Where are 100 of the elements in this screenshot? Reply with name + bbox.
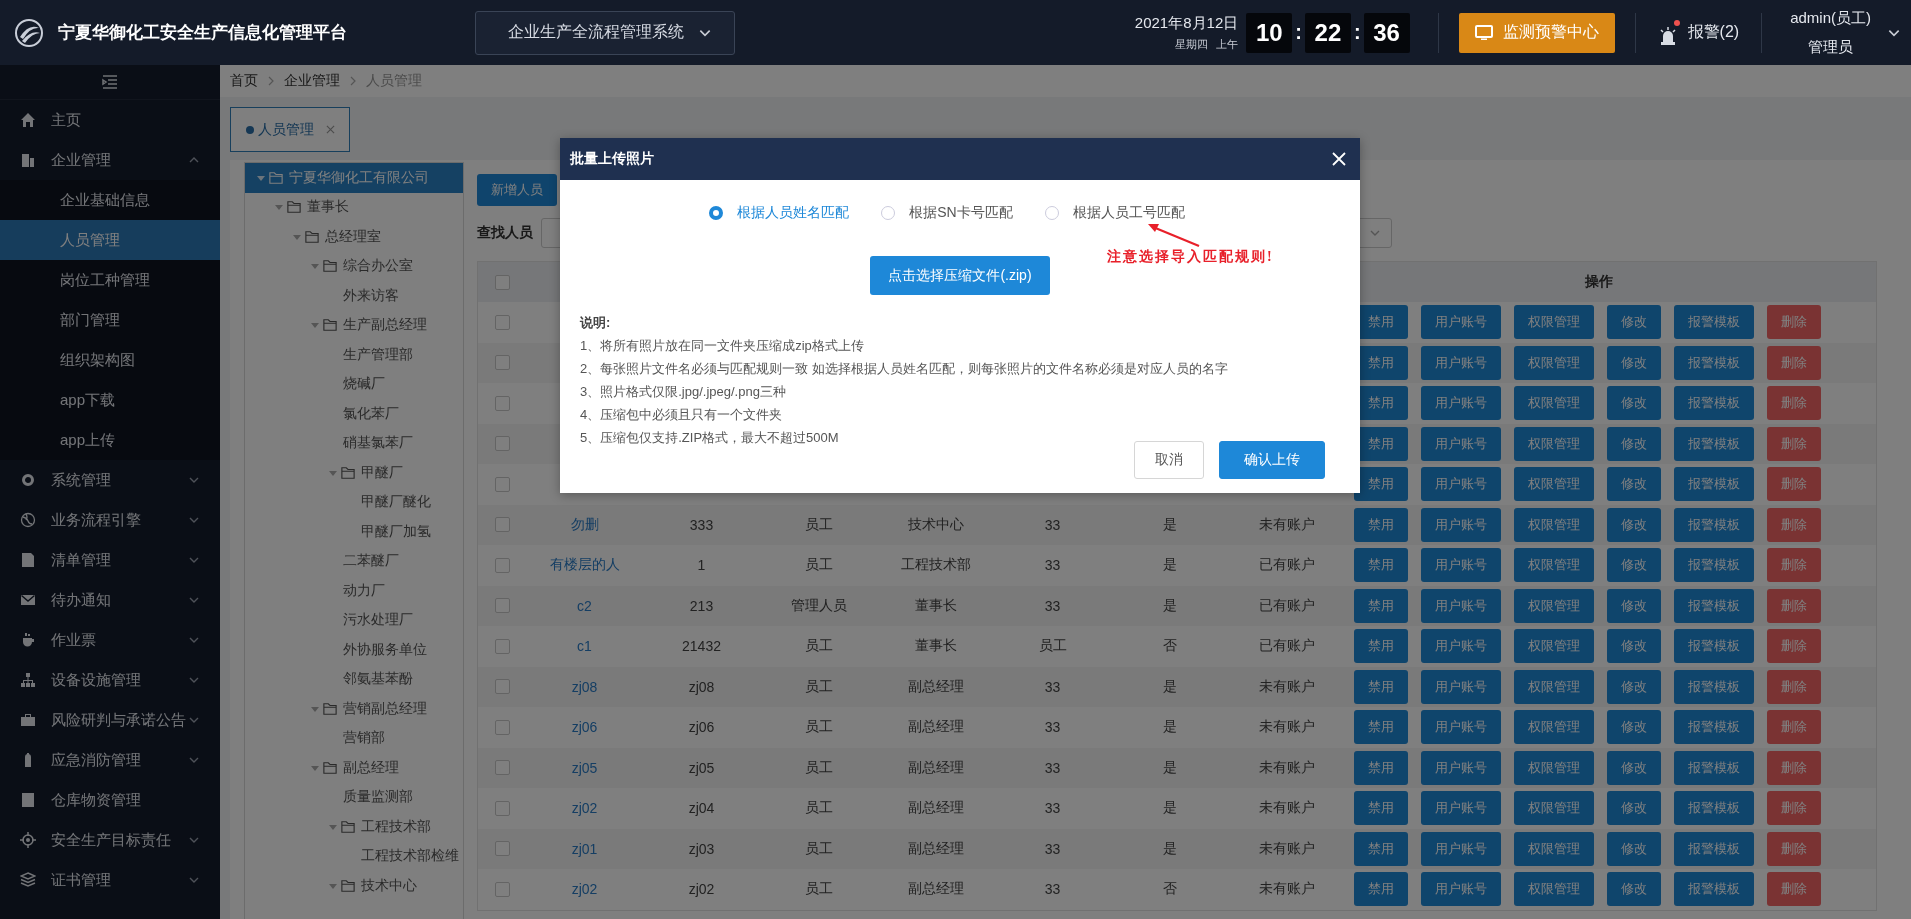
tree-node[interactable]: 营销部 [245, 723, 463, 753]
action-button[interactable]: 权限管理 [1514, 629, 1594, 664]
page-tab[interactable]: 人员管理 [230, 107, 350, 152]
action-button[interactable]: 用户账号 [1421, 831, 1501, 866]
name-link[interactable]: c1 [526, 626, 643, 667]
action-button[interactable]: 修改 [1607, 710, 1661, 745]
action-button[interactable]: 删除 [1767, 507, 1821, 542]
submenu-item[interactable]: 岗位工种管理 [0, 260, 220, 300]
tree-node[interactable]: 董事长 [245, 192, 463, 222]
action-button[interactable]: 修改 [1607, 345, 1661, 380]
submenu-item[interactable]: 部门管理 [0, 300, 220, 340]
tree-node[interactable]: 邻氨基苯酚 [245, 664, 463, 694]
action-button[interactable]: 修改 [1607, 467, 1661, 502]
menu-item[interactable]: 证书管理 [0, 860, 220, 900]
action-button[interactable]: 权限管理 [1514, 588, 1594, 623]
action-button[interactable]: 权限管理 [1514, 750, 1594, 785]
action-button[interactable]: 删除 [1767, 750, 1821, 785]
submenu-item[interactable]: 企业基础信息 [0, 180, 220, 220]
tree-node[interactable]: 甲醚厂醚化 [245, 487, 463, 517]
action-button[interactable]: 报警模板 [1674, 548, 1754, 583]
tree-node[interactable]: 烧碱厂 [245, 369, 463, 399]
action-button[interactable]: 修改 [1607, 426, 1661, 461]
name-link[interactable]: 有楼层的人 [526, 545, 643, 586]
action-button[interactable]: 用户账号 [1421, 750, 1501, 785]
menu-item[interactable]: 作业票 [0, 620, 220, 660]
action-button[interactable]: 报警模板 [1674, 588, 1754, 623]
tree-node[interactable]: 副总经理 [245, 753, 463, 783]
menu-item[interactable]: 设备设施管理 [0, 660, 220, 700]
menu-item[interactable]: 系统管理 [0, 460, 220, 500]
action-button[interactable]: 删除 [1767, 831, 1821, 866]
name-link[interactable]: zj05 [526, 747, 643, 788]
add-person-button[interactable]: 新增人员 [477, 173, 557, 206]
action-button[interactable]: 报警模板 [1674, 710, 1754, 745]
tree-node[interactable]: 甲醚厂 [245, 458, 463, 488]
action-button[interactable]: 修改 [1607, 386, 1661, 421]
menu-item[interactable]: 业务流程引擎 [0, 500, 220, 540]
name-link[interactable]: zj08 [526, 666, 643, 707]
action-button[interactable]: 删除 [1767, 669, 1821, 704]
action-button[interactable]: 用户账号 [1421, 305, 1501, 340]
action-button[interactable]: 报警模板 [1674, 750, 1754, 785]
action-button[interactable]: 报警模板 [1674, 791, 1754, 826]
breadcrumb-link[interactable]: 首页 [230, 72, 258, 90]
action-button[interactable]: 权限管理 [1514, 710, 1594, 745]
menu-item[interactable]: 待办通知 [0, 580, 220, 620]
action-button[interactable]: 禁用 [1354, 588, 1408, 623]
action-button[interactable]: 修改 [1607, 548, 1661, 583]
action-button[interactable]: 禁用 [1354, 669, 1408, 704]
menu-item[interactable]: 主页 [0, 100, 220, 140]
action-button[interactable]: 修改 [1607, 669, 1661, 704]
tree-node[interactable]: 外协服务单位 [245, 635, 463, 665]
submenu-item[interactable]: 人员管理 [0, 220, 220, 260]
action-button[interactable]: 修改 [1607, 831, 1661, 866]
action-button[interactable]: 用户账号 [1421, 548, 1501, 583]
action-button[interactable]: 权限管理 [1514, 345, 1594, 380]
action-button[interactable]: 修改 [1607, 507, 1661, 542]
action-button[interactable]: 禁用 [1354, 872, 1408, 907]
action-button[interactable]: 删除 [1767, 791, 1821, 826]
submenu-item[interactable]: app上传 [0, 420, 220, 460]
action-button[interactable]: 禁用 [1354, 629, 1408, 664]
action-button[interactable]: 禁用 [1354, 750, 1408, 785]
action-button[interactable]: 报警模板 [1674, 669, 1754, 704]
action-button[interactable]: 用户账号 [1421, 588, 1501, 623]
action-button[interactable]: 修改 [1607, 750, 1661, 785]
action-button[interactable]: 禁用 [1354, 548, 1408, 583]
action-button[interactable]: 权限管理 [1514, 386, 1594, 421]
action-button[interactable]: 权限管理 [1514, 831, 1594, 866]
tree-node[interactable]: 工程技术部检维 [245, 841, 463, 871]
action-button[interactable]: 权限管理 [1514, 507, 1594, 542]
action-button[interactable]: 用户账号 [1421, 345, 1501, 380]
action-button[interactable]: 报警模板 [1674, 507, 1754, 542]
radio-option[interactable]: 根据SN卡号匹配 [881, 204, 1013, 222]
menu-item[interactable]: 风险研判与承诺公告 [0, 700, 220, 740]
action-button[interactable]: 修改 [1607, 305, 1661, 340]
action-button[interactable]: 报警模板 [1674, 386, 1754, 421]
tree-node[interactable]: 宁夏华御化工有限公司 [245, 163, 463, 193]
action-button[interactable]: 用户账号 [1421, 710, 1501, 745]
action-button[interactable]: 删除 [1767, 305, 1821, 340]
action-button[interactable]: 报警模板 [1674, 305, 1754, 340]
action-button[interactable]: 权限管理 [1514, 467, 1594, 502]
action-button[interactable]: 权限管理 [1514, 669, 1594, 704]
action-button[interactable]: 报警模板 [1674, 629, 1754, 664]
action-button[interactable]: 删除 [1767, 629, 1821, 664]
name-link[interactable]: zj06 [526, 707, 643, 748]
action-button[interactable]: 修改 [1607, 629, 1661, 664]
menu-item[interactable]: 清单管理 [0, 540, 220, 580]
action-button[interactable]: 删除 [1767, 588, 1821, 623]
action-button[interactable]: 用户账号 [1421, 791, 1501, 826]
action-button[interactable]: 修改 [1607, 872, 1661, 907]
menu-item[interactable]: 企业管理 [0, 140, 220, 180]
action-button[interactable]: 删除 [1767, 426, 1821, 461]
tree-node[interactable]: 生产管理部 [245, 340, 463, 370]
tree-node[interactable]: 污水处理厂 [245, 605, 463, 635]
action-button[interactable]: 权限管理 [1514, 872, 1594, 907]
tree-node[interactable]: 技术中心 [245, 871, 463, 901]
submenu-item[interactable]: 组织架构图 [0, 340, 220, 380]
submenu-item[interactable]: app下载 [0, 380, 220, 420]
action-button[interactable]: 权限管理 [1514, 426, 1594, 461]
action-button[interactable]: 报警模板 [1674, 467, 1754, 502]
tree-node[interactable]: 二苯醚厂 [245, 546, 463, 576]
menu-item[interactable]: 应急消防管理 [0, 740, 220, 780]
